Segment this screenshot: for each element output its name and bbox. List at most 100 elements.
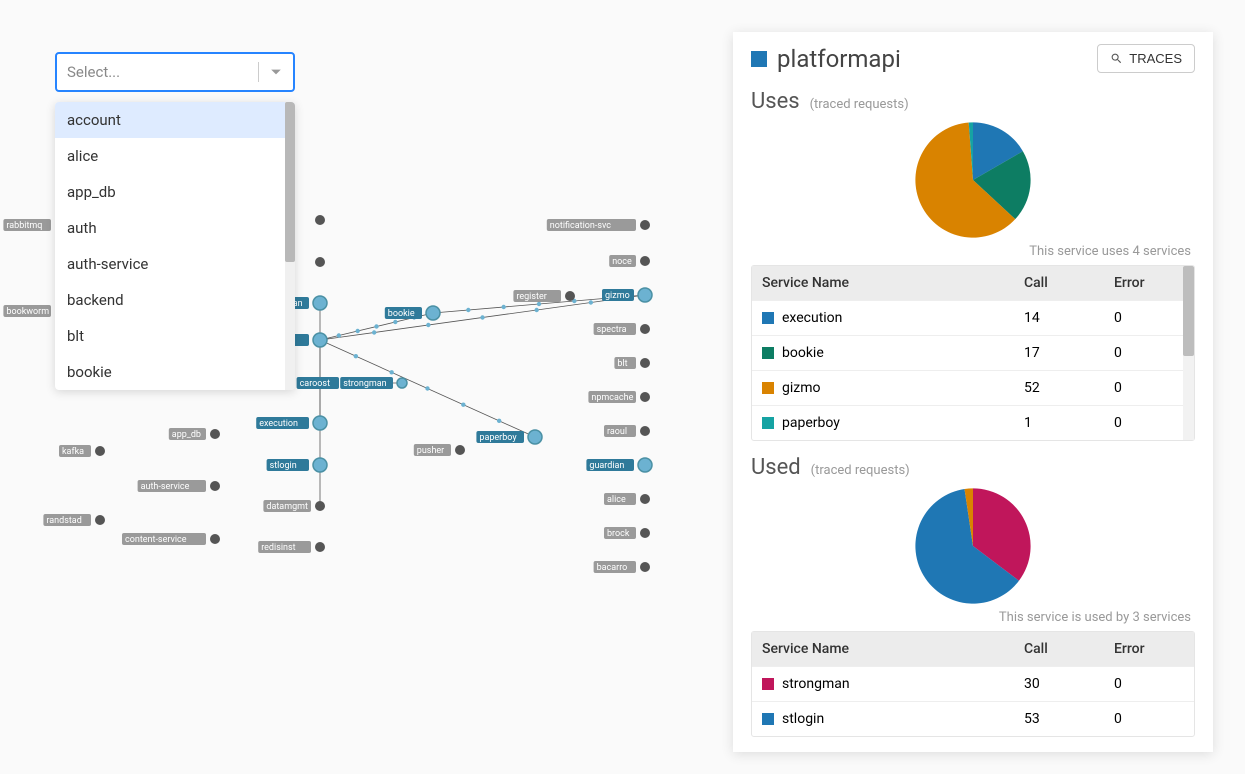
node-n2a[interactable] — [315, 215, 325, 225]
row-swatch — [762, 417, 774, 429]
row-name: execution — [782, 310, 842, 326]
node-bacarro[interactable] — [640, 562, 650, 572]
dropdown-scrollbar[interactable] — [285, 102, 295, 390]
node-npmcache[interactable] — [640, 392, 650, 402]
node-noce[interactable] — [640, 256, 650, 266]
svg-text:guardian: guardian — [589, 461, 624, 471]
col-call[interactable]: Call — [1014, 266, 1104, 300]
col-error[interactable]: Error — [1104, 632, 1194, 666]
row-call: 1 — [1014, 406, 1104, 440]
node-platformapi[interactable] — [313, 333, 327, 347]
svg-text:noce: noce — [612, 257, 632, 267]
node-brock[interactable] — [640, 528, 650, 538]
node-strongman[interactable] — [397, 378, 407, 388]
uses-table-scrollbar[interactable] — [1183, 266, 1194, 440]
svg-text:stlogin: stlogin — [270, 461, 297, 471]
table-row[interactable]: strongman 30 0 — [752, 666, 1194, 701]
traces-button[interactable]: TRACES — [1097, 44, 1195, 73]
node-content-service[interactable] — [210, 534, 220, 544]
svg-text:caroost: caroost — [300, 379, 330, 389]
node-paperboy[interactable] — [528, 430, 542, 444]
node-spectra[interactable] — [640, 324, 650, 334]
svg-text:app_db: app_db — [172, 430, 201, 440]
svg-text:raoul: raoul — [607, 427, 627, 437]
dropdown-option-bookie[interactable]: bookie — [55, 354, 295, 390]
node-execution[interactable] — [313, 416, 327, 430]
used-subtitle: (traced requests) — [811, 463, 910, 478]
svg-text:bacarro: bacarro — [597, 563, 628, 573]
table-row[interactable]: paperboy 1 0 — [752, 405, 1194, 440]
svg-text:paperboy: paperboy — [479, 433, 517, 443]
svg-text:strongman: strongman — [343, 379, 386, 389]
table-header: Service Name Call Error — [752, 632, 1194, 666]
table-row[interactable]: stlogin 53 0 — [752, 701, 1194, 736]
uses-title: Uses — [751, 89, 800, 114]
svg-text:content-service: content-service — [125, 535, 187, 545]
col-error[interactable]: Error — [1104, 266, 1194, 300]
node-strongman_src[interactable] — [313, 296, 327, 310]
search-icon — [1110, 52, 1123, 65]
node-n2b[interactable] — [315, 257, 325, 267]
svg-text:randstad: randstad — [46, 516, 81, 526]
node-stlogin[interactable] — [313, 458, 327, 472]
row-error: 0 — [1104, 667, 1194, 701]
col-service-name[interactable]: Service Name — [752, 632, 1014, 666]
select-placeholder: Select... — [67, 63, 120, 81]
node-bookie[interactable] — [426, 306, 440, 320]
dropdown-option-blt[interactable]: blt — [55, 318, 295, 354]
table-header: Service Name Call Error — [752, 266, 1194, 300]
dropdown-option-app_db[interactable]: app_db — [55, 174, 295, 210]
svg-text:brock: brock — [607, 529, 630, 539]
used-title: Used — [751, 455, 801, 480]
uses-table-scroll-thumb[interactable] — [1183, 266, 1194, 356]
node-blt[interactable] — [640, 358, 650, 368]
node-app_db[interactable] — [210, 429, 220, 439]
node-datamgmt[interactable] — [315, 501, 325, 511]
node-pusher[interactable] — [455, 445, 465, 455]
node-auth-service[interactable] — [210, 481, 220, 491]
row-name: strongman — [782, 676, 850, 692]
row-swatch — [762, 713, 774, 725]
node-randstad[interactable] — [95, 515, 105, 525]
service-select[interactable]: Select... accountaliceapp_dbauthauth-ser… — [55, 52, 295, 92]
chevron-down-icon[interactable] — [267, 63, 285, 81]
svg-text:datamgmt: datamgmt — [266, 502, 308, 512]
row-error: 0 — [1104, 702, 1194, 736]
node-raoul[interactable] — [640, 426, 650, 436]
node-gizmo[interactable] — [638, 288, 652, 302]
row-name: paperboy — [782, 415, 840, 431]
table-row[interactable]: bookie 17 0 — [752, 335, 1194, 370]
dropdown-scroll-thumb[interactable] — [285, 102, 295, 262]
dropdown-option-auth-service[interactable]: auth-service — [55, 246, 295, 282]
used-pie-chart — [913, 486, 1033, 606]
uses-table: Service Name Call Error execution 14 0 b… — [751, 265, 1195, 441]
row-call: 30 — [1014, 667, 1104, 701]
node-alice[interactable] — [640, 494, 650, 504]
row-name: bookie — [782, 345, 824, 361]
table-row[interactable]: gizmo 52 0 — [752, 370, 1194, 405]
node-notif[interactable] — [640, 220, 650, 230]
dropdown-option-account[interactable]: account — [55, 102, 295, 138]
node-redisinst[interactable] — [315, 542, 325, 552]
node-register[interactable] — [565, 291, 575, 301]
select-control[interactable]: Select... — [55, 52, 295, 92]
table-row[interactable]: execution 14 0 — [752, 300, 1194, 335]
svg-text:alice: alice — [607, 495, 626, 505]
svg-text:auth-service: auth-service — [141, 482, 190, 492]
row-call: 53 — [1014, 702, 1104, 736]
row-error: 0 — [1104, 336, 1194, 370]
svg-text:gizmo: gizmo — [605, 291, 630, 301]
svg-text:pusher: pusher — [417, 446, 444, 456]
svg-text:execution: execution — [259, 419, 298, 429]
node-guardian[interactable] — [638, 458, 652, 472]
uses-section: Uses (traced requests) This service uses… — [733, 85, 1213, 451]
col-call[interactable]: Call — [1014, 632, 1104, 666]
node-kafka[interactable] — [95, 446, 105, 456]
used-section: Used (traced requests) This service is u… — [733, 451, 1213, 747]
dropdown-option-auth[interactable]: auth — [55, 210, 295, 246]
dropdown-option-backend[interactable]: backend — [55, 282, 295, 318]
service-detail-panel: platformapi TRACES Uses (traced requests… — [733, 32, 1213, 752]
dropdown-option-alice[interactable]: alice — [55, 138, 295, 174]
svg-text:rabbitmq: rabbitmq — [6, 221, 42, 231]
col-service-name[interactable]: Service Name — [752, 266, 1014, 300]
